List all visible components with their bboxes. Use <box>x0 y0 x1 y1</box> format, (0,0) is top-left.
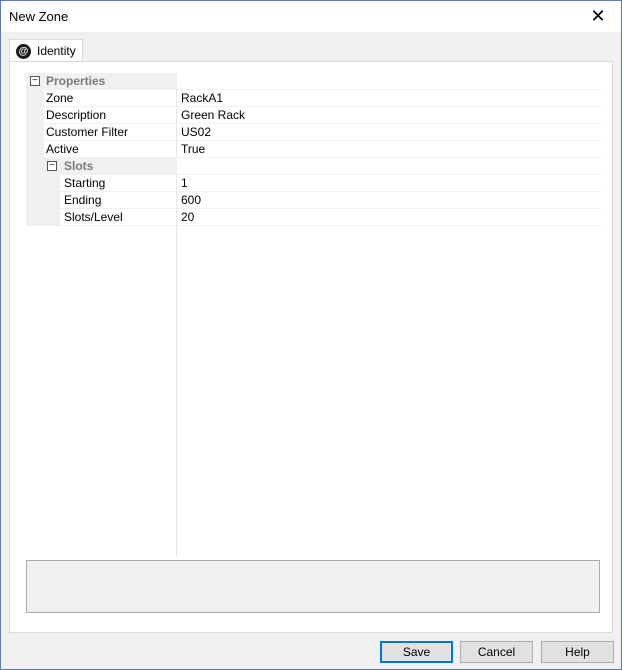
property-name: Zone <box>46 91 74 105</box>
dialog-window: New Zone ✕ @ Identity − Properties Zone … <box>0 0 622 670</box>
property-value[interactable]: RackA1 <box>181 90 223 107</box>
property-row-customer-filter[interactable]: Customer Filter US02 <box>26 124 601 141</box>
property-name: Slots/Level <box>64 210 123 224</box>
help-button[interactable]: Help <box>541 641 614 663</box>
at-sign-icon: @ <box>16 43 31 59</box>
property-value[interactable]: True <box>181 141 205 158</box>
property-name: Description <box>46 108 107 122</box>
property-row-starting[interactable]: Starting 1 <box>26 175 601 192</box>
category-properties[interactable]: − Properties <box>26 73 601 90</box>
property-value[interactable]: 600 <box>181 192 201 209</box>
property-name: Starting <box>64 176 106 190</box>
property-value[interactable]: 1 <box>181 175 188 192</box>
property-value[interactable]: US02 <box>181 124 211 141</box>
property-name: Customer Filter <box>46 125 129 139</box>
category-label: Slots <box>64 159 94 173</box>
category-label: Properties <box>46 74 106 88</box>
property-row-active[interactable]: Active True <box>26 141 601 158</box>
save-button[interactable]: Save <box>380 641 453 663</box>
collapse-icon[interactable]: − <box>30 76 40 86</box>
description-panel <box>26 560 600 613</box>
property-row-ending[interactable]: Ending 600 <box>26 192 601 209</box>
property-row-description[interactable]: Description Green Rack <box>26 107 601 124</box>
tab-panel-identity: − Properties Zone RackA1 Description Gre… <box>9 61 613 633</box>
property-value[interactable]: Green Rack <box>181 107 245 124</box>
collapse-icon[interactable]: − <box>47 161 57 171</box>
property-row-slots-level[interactable]: Slots/Level 20 <box>26 209 601 226</box>
property-value[interactable]: 20 <box>181 209 194 226</box>
tab-label: Identity <box>37 44 76 58</box>
close-icon: ✕ <box>590 6 606 26</box>
tab-identity[interactable]: @ Identity <box>9 39 83 62</box>
property-name: Ending <box>64 193 102 207</box>
property-row-zone[interactable]: Zone RackA1 <box>26 90 601 107</box>
close-button[interactable]: ✕ <box>575 1 621 32</box>
category-slots[interactable]: − Slots <box>26 158 601 175</box>
property-grid[interactable]: − Properties Zone RackA1 Description Gre… <box>26 73 601 557</box>
title-bar: New Zone ✕ <box>1 1 621 32</box>
cancel-button[interactable]: Cancel <box>460 641 533 663</box>
window-title: New Zone <box>9 9 69 24</box>
property-name: Active <box>46 142 79 156</box>
